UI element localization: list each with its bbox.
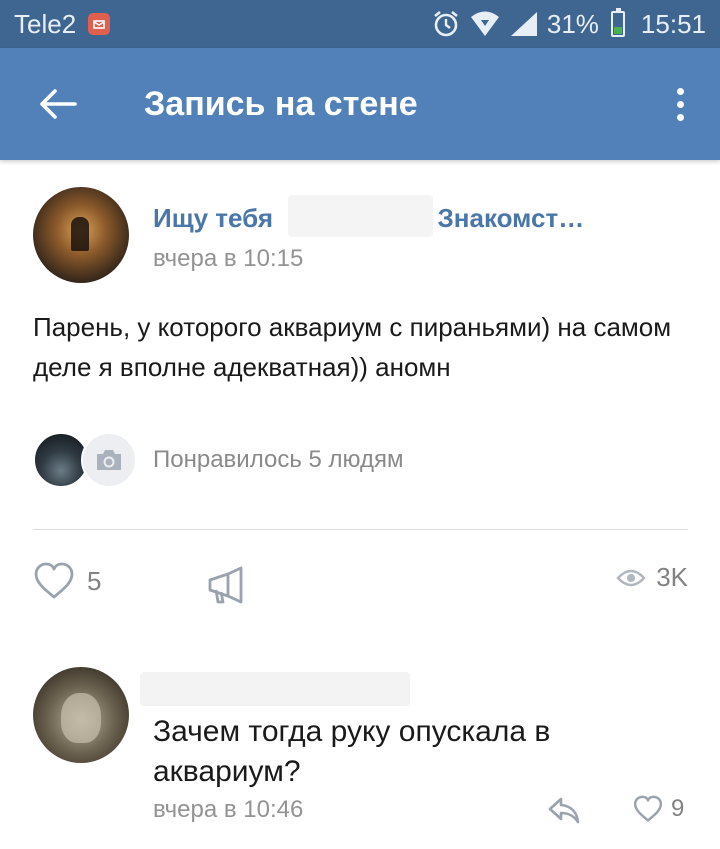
share-icon (208, 566, 243, 604)
redacted-commenter-name (140, 672, 410, 706)
eye-icon (616, 569, 646, 586)
more-options-button[interactable] (660, 74, 700, 134)
reply-icon (548, 797, 580, 824)
wifi-icon (470, 11, 499, 36)
back-button[interactable] (28, 74, 88, 134)
page-title: Запись на стене (144, 84, 418, 123)
divider (33, 529, 688, 530)
status-icons: 31% 15:51 (431, 8, 706, 40)
reply-button[interactable] (547, 796, 581, 829)
commenter-avatar[interactable] (33, 667, 129, 763)
comment-like-count: 9 (671, 795, 685, 822)
post-text: Парень, у которого аквариум с пираньями)… (33, 312, 672, 382)
camera-icon (97, 450, 121, 470)
likes-text: Понравилось 5 людям (153, 446, 404, 473)
like-button[interactable]: 5 (33, 562, 101, 600)
clock: 15:51 (640, 8, 706, 39)
like-count: 5 (87, 565, 102, 596)
likes-summary[interactable]: Понравилось 5 людям (33, 432, 404, 488)
share-button[interactable] (206, 566, 246, 611)
back-arrow-icon (40, 89, 77, 119)
battery-icon (610, 8, 625, 37)
comment-timestamp: вчера в 10:46 (153, 796, 304, 823)
heart-icon (633, 795, 663, 822)
post-actions: 5 3K (33, 562, 688, 612)
author-avatar[interactable] (33, 187, 129, 283)
heart-icon (34, 562, 74, 599)
status-bar: Tele2 31% 15:51 (0, 0, 720, 48)
post-header: Ищу тебя. Знакомст… вчера в 10:15 (33, 187, 693, 287)
post-timestamp: вчера в 10:15 (153, 245, 304, 272)
liker-avatar-placeholder (81, 432, 137, 488)
app-bar: Запись на стене (0, 48, 720, 160)
views-counter: 3K (616, 562, 688, 593)
notification-app-icon (88, 13, 111, 35)
views-count: 3K (656, 562, 688, 592)
comment-like-button[interactable]: 9 (633, 795, 684, 823)
carrier-label: Tele2 (14, 8, 77, 39)
comment-text: Зачем тогда руку опускала в аквариум? (153, 715, 551, 788)
more-vertical-icon (676, 87, 684, 95)
battery-percent: 31% (546, 8, 599, 39)
alarm-icon (434, 10, 458, 37)
signal-icon (510, 12, 537, 36)
redacted-area (288, 195, 433, 237)
battery-level-fill (613, 27, 622, 34)
